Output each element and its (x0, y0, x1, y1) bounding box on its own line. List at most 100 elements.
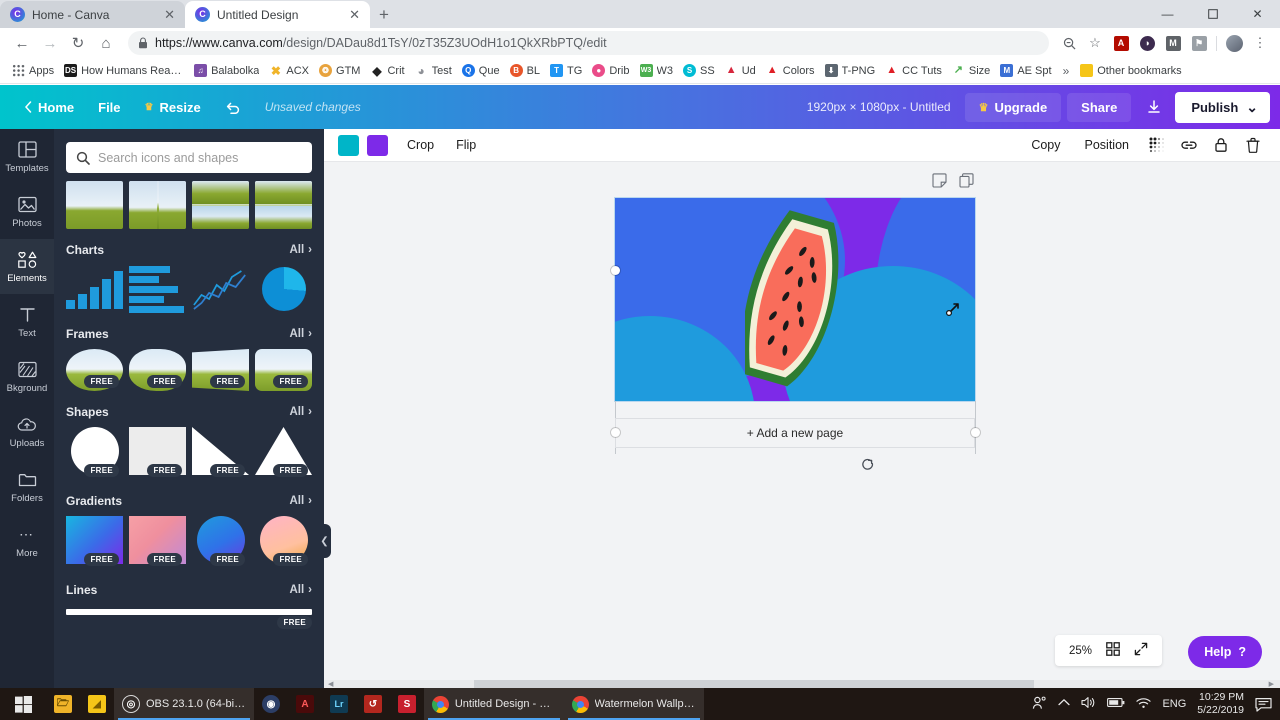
close-icon[interactable]: ✕ (162, 8, 177, 21)
gradient-element-peach-circle[interactable]: FREE (255, 516, 312, 569)
frame-element-angled-rect[interactable]: FREE (192, 349, 249, 391)
sidebar-item-more[interactable]: ⋯ More (0, 514, 54, 569)
bookmark-apps[interactable]: Apps (7, 62, 59, 79)
home-icon[interactable]: ⌂ (92, 29, 120, 57)
color-swatch-2[interactable] (367, 135, 388, 156)
lines-all-link[interactable]: All › (289, 584, 312, 596)
bookmark-item[interactable]: ▲Colors (761, 62, 820, 79)
sidebar-item-uploads[interactable]: Uploads (0, 404, 54, 459)
copy-button[interactable]: Copy (1020, 132, 1071, 158)
add-notes-button[interactable] (932, 173, 947, 193)
browser-tab-untitled-design[interactable]: C Untitled Design ✕ (185, 1, 370, 28)
gradient-element-pink-square[interactable]: FREE (129, 516, 186, 569)
publish-button[interactable]: Publish ⌄ (1175, 92, 1270, 123)
bookmark-item[interactable]: ▲CC Tuts (880, 62, 947, 79)
close-icon[interactable]: ✕ (347, 8, 362, 21)
taskbar-app-lightroom[interactable]: Lr (322, 688, 356, 720)
template-thumbnail[interactable] (192, 181, 249, 229)
taskbar-app-file-explorer[interactable]: 🗁 (46, 688, 80, 720)
minimize-icon[interactable]: — (1145, 0, 1190, 28)
grid-view-button[interactable] (1106, 642, 1120, 659)
gradient-element-blue-purple-square[interactable]: FREE (66, 516, 123, 569)
share-button[interactable]: Share (1067, 93, 1131, 122)
charts-all-link[interactable]: All › (289, 244, 312, 256)
shape-element-triangle[interactable]: FREE (255, 427, 312, 480)
battery-icon[interactable] (1107, 697, 1125, 711)
download-button[interactable] (1137, 92, 1171, 122)
resize-button[interactable]: ♛ Resize (133, 94, 213, 121)
selection-handle-bottom-left[interactable] (611, 428, 620, 437)
shape-element-circle[interactable]: FREE (66, 427, 123, 480)
star-icon[interactable]: ☆ (1083, 31, 1107, 55)
duplicate-page-button[interactable] (959, 173, 974, 193)
reload-icon[interactable]: ↻ (64, 29, 92, 57)
bookmark-item[interactable]: ▲Ud (720, 62, 761, 79)
line-element-solid[interactable] (66, 609, 312, 615)
bookmark-item[interactable]: ⬇T-PNG (820, 62, 881, 79)
sidebar-item-templates[interactable]: Templates (0, 129, 54, 184)
search-box[interactable] (66, 142, 312, 173)
sidebar-item-elements[interactable]: Elements (0, 239, 54, 294)
close-icon[interactable]: ✕ (1235, 0, 1280, 28)
browser-tab-home-canva[interactable]: C Home - Canva ✕ (0, 1, 185, 28)
show-hidden-icons-icon[interactable] (1058, 698, 1070, 710)
design-page[interactable] (615, 198, 975, 401)
wifi-icon[interactable] (1136, 697, 1151, 712)
gradient-element-blue-circle[interactable]: FREE (192, 516, 249, 569)
pocket-extension-icon[interactable]: ⚑ (1187, 31, 1211, 55)
forward-icon[interactable]: → (36, 29, 64, 57)
language-indicator[interactable]: ENG (1162, 698, 1186, 710)
taskbar-app-revo-uninstaller[interactable]: ↺ (356, 688, 390, 720)
gradients-all-link[interactable]: All › (289, 495, 312, 507)
bookmark-item[interactable]: ↗Size (947, 62, 995, 79)
rotate-handle-icon[interactable] (861, 458, 875, 475)
notifications-button[interactable] (1255, 697, 1272, 712)
position-button[interactable]: Position (1074, 132, 1140, 158)
upgrade-button[interactable]: ♛ Upgrade (965, 93, 1062, 122)
canvas-area[interactable]: + Add a new page (324, 162, 1280, 688)
avatar[interactable] (1222, 31, 1246, 55)
frames-all-link[interactable]: All › (289, 328, 312, 340)
selection-handle-left[interactable] (611, 266, 620, 275)
selection-handle-bottom-right[interactable] (971, 428, 980, 437)
crop-button[interactable]: Crop (396, 132, 445, 158)
home-button[interactable]: Home (12, 94, 86, 121)
add-new-page-button[interactable]: + Add a new page (615, 418, 975, 448)
shape-element-right-triangle[interactable]: FREE (192, 427, 249, 480)
people-icon[interactable] (1032, 696, 1047, 713)
adobe-acrobat-extension-icon[interactable]: A (1109, 31, 1133, 55)
bookmark-item[interactable]: ◆Crit (365, 62, 409, 79)
flip-button[interactable]: Flip (445, 132, 487, 158)
transparency-button[interactable] (1142, 132, 1172, 158)
color-swatch-1[interactable] (338, 135, 359, 156)
other-bookmarks-folder[interactable]: Other bookmarks (1075, 62, 1186, 79)
sidebar-item-photos[interactable]: Photos (0, 184, 54, 239)
bookmark-item[interactable]: ♫Balabolka (189, 62, 264, 79)
sidebar-item-text[interactable]: Text (0, 294, 54, 349)
frame-element-rounded-rect[interactable]: FREE (255, 349, 312, 391)
taskbar-window-watermelon-wallpaper[interactable]: Watermelon Wallpa... (564, 688, 704, 720)
kebab-menu-icon[interactable]: ⋮ (1248, 31, 1272, 55)
horizontal-scrollbar[interactable] (324, 680, 1280, 688)
chart-element-bar[interactable] (66, 265, 123, 313)
shapes-all-link[interactable]: All › (289, 406, 312, 418)
start-button[interactable] (0, 688, 46, 720)
sidebar-item-background[interactable]: Bkground (0, 349, 54, 404)
bookmark-item[interactable]: MAE Spt (995, 62, 1056, 79)
fullscreen-button[interactable] (1134, 642, 1148, 659)
new-tab-button[interactable]: + (370, 1, 398, 28)
bookmark-item[interactable]: W3W3 (635, 62, 679, 79)
back-icon[interactable]: ← (8, 29, 36, 57)
lock-button[interactable] (1206, 132, 1236, 158)
chart-element-pie[interactable] (255, 265, 312, 313)
template-thumbnail[interactable] (255, 181, 312, 229)
taskbar-app-sticky-notes[interactable]: ◢ (80, 688, 114, 720)
chart-element-horizontal-bar[interactable] (129, 265, 186, 313)
volume-icon[interactable] (1081, 696, 1096, 712)
undo-button[interactable] (213, 94, 253, 120)
sidebar-item-folders[interactable]: Folders (0, 459, 54, 514)
maximize-icon[interactable] (1190, 0, 1235, 28)
scroll-right-arrow-icon[interactable]: ▶ (1269, 680, 1274, 688)
scroll-left-arrow-icon[interactable]: ◀ (328, 680, 333, 688)
template-thumbnail[interactable] (66, 181, 123, 229)
